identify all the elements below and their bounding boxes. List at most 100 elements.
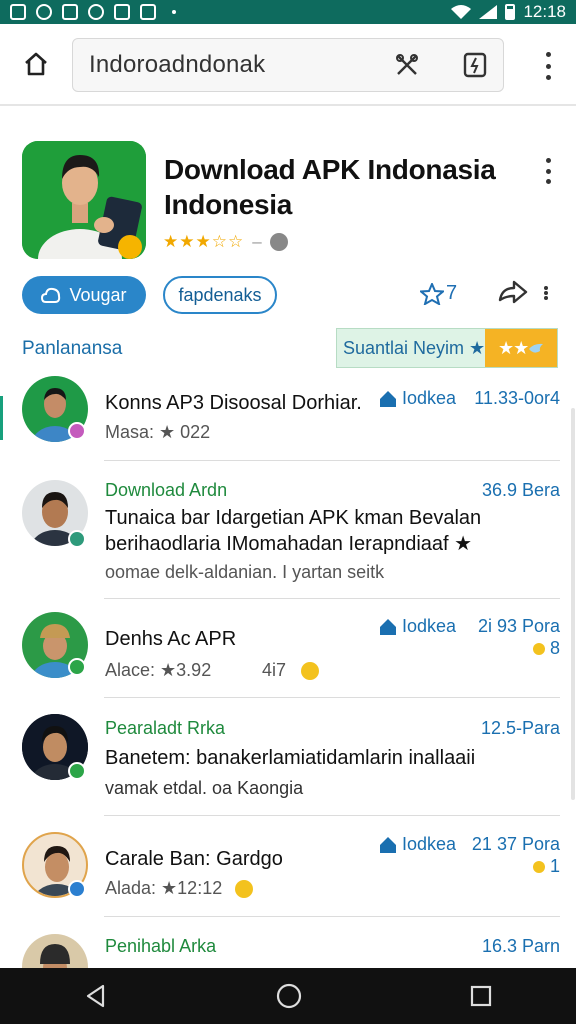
notification-icon bbox=[10, 4, 26, 20]
notification-icon bbox=[140, 4, 156, 20]
emoji-icon bbox=[532, 861, 545, 874]
badge-stars-text: ★★ bbox=[497, 337, 529, 358]
review-time-extra-label: 8 bbox=[549, 638, 560, 658]
home-icon bbox=[25, 52, 47, 76]
share-menu-button[interactable] bbox=[544, 286, 549, 300]
emoji-icon bbox=[235, 880, 254, 899]
home-nav-icon[interactable] bbox=[275, 982, 303, 1010]
divider bbox=[104, 916, 560, 917]
tab-switcher-icon bbox=[463, 52, 487, 78]
scrollbar[interactable] bbox=[571, 408, 575, 800]
reviewer-name: Penihabl Arka bbox=[105, 936, 217, 956]
home-badge-icon bbox=[380, 390, 396, 407]
tools-button[interactable] bbox=[393, 51, 421, 79]
browser-toolbar: Indoroadndonak bbox=[0, 24, 576, 106]
rating-dash: – bbox=[252, 232, 262, 251]
tools-icon bbox=[396, 54, 418, 75]
review-time: 2i 93 Pora bbox=[477, 616, 560, 636]
back-icon[interactable] bbox=[83, 983, 109, 1009]
home-badge-icon bbox=[380, 618, 396, 635]
emoji-icon bbox=[301, 662, 320, 681]
status-bar: 12:18 bbox=[0, 0, 576, 24]
rating-stars: ★★★☆☆ bbox=[163, 232, 245, 251]
browser-menu-button[interactable] bbox=[544, 52, 552, 80]
info-icon[interactable] bbox=[269, 233, 288, 251]
emoji-icon bbox=[532, 643, 545, 656]
favorite-count: 7 bbox=[446, 282, 458, 304]
home-button[interactable] bbox=[16, 44, 56, 84]
bird-icon bbox=[529, 343, 544, 353]
app-menu-button[interactable] bbox=[544, 158, 552, 184]
divider bbox=[104, 697, 560, 698]
notification-icons bbox=[10, 4, 176, 20]
badge-stars: ★★ bbox=[485, 329, 557, 367]
divider bbox=[104, 598, 560, 599]
reviewer-name: Carale Ban: Gardgo bbox=[105, 848, 283, 870]
review-item[interactable]: Penihabl Arka 16.3 Parn bbox=[0, 926, 560, 968]
reviewer-name: Download Ardn bbox=[105, 480, 228, 500]
section-label: Panlanansa bbox=[22, 338, 123, 359]
status-time: 12:18 bbox=[523, 2, 566, 21]
review-time: 21 37 Pora bbox=[471, 834, 560, 854]
user-badge-icon bbox=[68, 530, 86, 548]
review-item[interactable]: Pearaladt Rrka 12.5-Para Banetem: banake… bbox=[0, 706, 560, 816]
secondary-button[interactable]: fapdenaks bbox=[163, 276, 277, 314]
review-meta: Alace: ★3.92 bbox=[105, 660, 212, 680]
review-meta: Alada: ★12:12 bbox=[105, 878, 254, 899]
primary-button[interactable]: Vougar bbox=[22, 276, 146, 314]
review-item[interactable]: Carale Ban: Gardgo Iodkea 21 37 Pora 1 A… bbox=[0, 824, 560, 916]
avatar bbox=[22, 934, 88, 968]
wifi-icon bbox=[451, 5, 472, 19]
review-time-extra: 8 bbox=[532, 638, 560, 659]
review-meta-extra: 4i7 bbox=[262, 660, 320, 681]
app-icon-image bbox=[22, 141, 146, 259]
url-field[interactable]: Indoroadndonak bbox=[72, 38, 504, 92]
review-item[interactable]: Download Ardn 36.9 Bera Tunaica bar Idar… bbox=[0, 470, 560, 598]
notification-icon bbox=[88, 4, 104, 20]
review-count: 4i7 bbox=[262, 660, 287, 680]
review-tag: Iodkea bbox=[378, 616, 456, 637]
review-tag-label: Iodkea bbox=[402, 388, 457, 408]
review-text: Banetem: banakerlamiatidamlarin inallaai… bbox=[105, 747, 476, 769]
review-time: 11.33-0or4 bbox=[474, 388, 560, 408]
app-icon bbox=[22, 141, 146, 259]
battery-icon bbox=[505, 4, 516, 20]
tab-switcher-button[interactable] bbox=[461, 51, 489, 79]
review-tag: Iodkea bbox=[378, 834, 456, 855]
review-tag-label: Iodkea bbox=[402, 834, 457, 854]
rating-badge[interactable]: Suantlai Neyim ★ ★★ bbox=[336, 328, 558, 368]
recents-icon[interactable] bbox=[469, 984, 493, 1008]
reviewer-name: Pearaladt Rrka bbox=[105, 718, 226, 738]
notification-icon bbox=[62, 4, 78, 20]
app-title: Download APK Indonasia Indonesia bbox=[164, 154, 496, 220]
badge-text: Suantlai Neyim ★ bbox=[343, 337, 486, 358]
system-nav-bar bbox=[0, 968, 576, 1024]
notification-dot-icon bbox=[172, 10, 176, 14]
reviewer-name: Denhs Ac APR bbox=[105, 628, 237, 650]
home-badge-icon bbox=[380, 836, 396, 853]
divider bbox=[104, 460, 560, 461]
divider bbox=[104, 815, 560, 816]
review-meta: oomae delk-aldanian. I yartan seitk bbox=[105, 562, 385, 582]
review-meta: vamak etdal. oa Kaongia bbox=[105, 778, 304, 798]
secondary-button-label: fapdenaks bbox=[178, 284, 262, 305]
star-outline-icon bbox=[420, 282, 444, 305]
review-text: berihaodlaria IMomahadan Ierapndiaaf ★ bbox=[105, 533, 473, 555]
review-tag: Iodkea bbox=[378, 388, 456, 409]
review-text: Tunaica bar Idargetian APK kman Bevalan bbox=[105, 507, 482, 529]
signal-icon bbox=[479, 5, 498, 19]
favorite-button[interactable]: 7 bbox=[420, 282, 457, 305]
notification-icon bbox=[114, 4, 130, 20]
app-rating: ★★★☆☆ – bbox=[163, 232, 288, 252]
review-time: 12.5-Para bbox=[480, 718, 560, 738]
review-time: 16.3 Parn bbox=[481, 936, 560, 956]
review-item[interactable]: Konns AP3 Disoosal Dorhiar. Iodkea 11.33… bbox=[0, 372, 560, 462]
primary-button-label: Vougar bbox=[69, 284, 127, 305]
review-time-extra-label: 1 bbox=[549, 856, 560, 876]
user-badge-icon bbox=[68, 762, 86, 780]
user-badge-icon bbox=[68, 658, 86, 676]
review-meta-text: Alada: ★12:12 bbox=[105, 878, 223, 898]
share-icon[interactable] bbox=[498, 280, 528, 308]
review-item[interactable]: Denhs Ac APR Iodkea 2i 93 Pora 8 Alace: … bbox=[0, 606, 560, 698]
cloud-icon bbox=[41, 287, 61, 303]
